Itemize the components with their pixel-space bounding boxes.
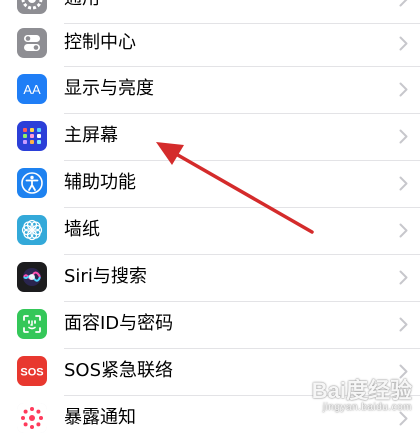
settings-row-label: 控制中心 [64,32,136,53]
settings-row-label: 显示与亮度 [64,78,154,99]
chevron-right-icon [399,364,408,379]
settings-row-label: 辅助功能 [64,172,136,193]
settings-row-siri-search[interactable]: Siri与搜索 [0,254,420,301]
settings-row-wallpaper[interactable]: 墙纸 [0,207,420,254]
settings-row-home-screen[interactable]: 主屏幕 [0,113,420,160]
wallpaper-icon [17,215,47,245]
watermark-url: jingyan.baidu.com [322,402,412,413]
settings-row-label: 面容ID与密码 [64,313,174,334]
control-center-icon [17,28,47,58]
display-brightness-icon: AA [17,74,47,104]
sos-icon: SOS [17,356,47,386]
chevron-right-icon [399,317,408,332]
chevron-right-icon [399,176,408,191]
settings-row-label: 墙纸 [64,219,100,240]
chevron-right-icon [399,0,408,7]
settings-row-label: 暴露通知 [64,407,136,428]
settings-row-label: 主屏幕 [64,125,118,146]
chevron-right-icon [399,270,408,285]
svg-text:SOS: SOS [20,367,43,379]
settings-row-face-id-passcode[interactable]: 面容ID与密码 [0,301,420,348]
siri-icon [17,262,47,292]
settings-row-label: SOS紧急联络 [64,360,174,381]
settings-row-control-center[interactable]: 控制中心 [0,20,420,67]
watermark-title: Bai度经验 [311,378,412,403]
settings-row-label: Siri与搜索 [64,266,147,287]
chevron-right-icon [399,82,408,97]
exposure-notification-icon [17,403,47,433]
chevron-right-icon [399,223,408,238]
svg-text:AA: AA [23,82,41,97]
chevron-right-icon [399,129,408,144]
settings-row-accessibility[interactable]: 辅助功能 [0,160,420,207]
accessibility-icon [17,168,47,198]
watermark: Bai度经验 jingyan.baidu.com [312,380,412,414]
gear-icon [17,0,47,14]
face-id-icon [17,309,47,339]
settings-row-display-brightness[interactable]: AA 显示与亮度 [0,66,420,113]
chevron-right-icon [399,36,408,51]
home-screen-icon [17,121,47,151]
settings-row-label: 通用 [64,0,100,11]
settings-list: 通用 控制中心 AA 显示与亮度 主屏幕 [0,0,420,433]
